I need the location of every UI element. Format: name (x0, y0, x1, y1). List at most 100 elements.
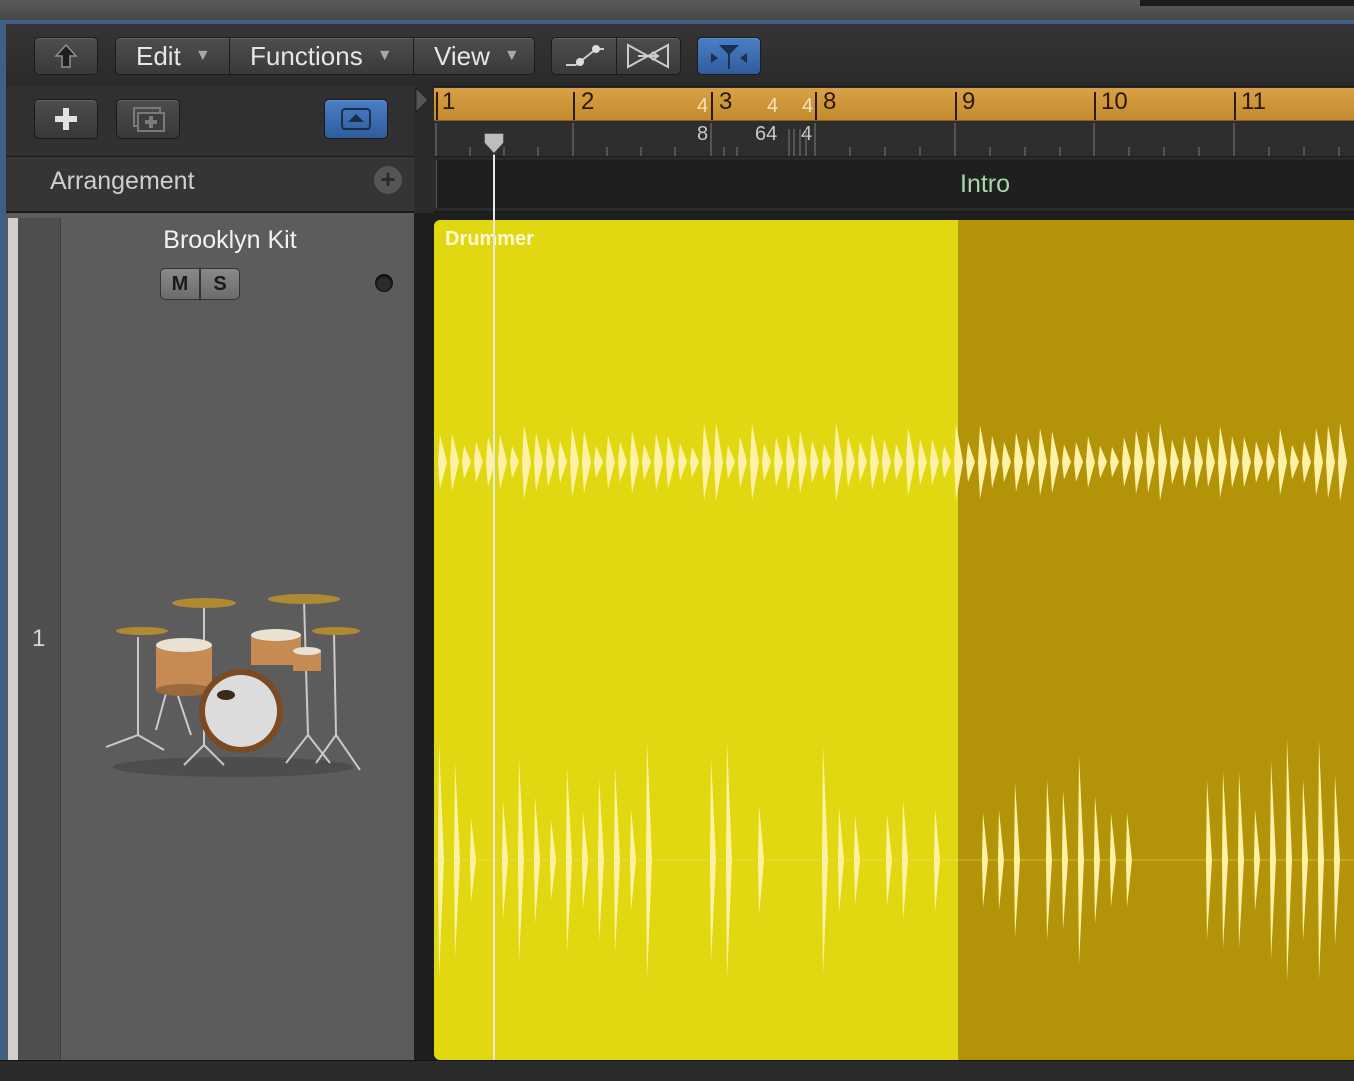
bar-number: 9 (962, 88, 976, 115)
solo-button[interactable]: S (200, 268, 240, 300)
plus-icon (55, 108, 77, 130)
drum-hit-mark (810, 440, 819, 484)
drum-hit-mark (1014, 432, 1023, 492)
drum-hit-mark (750, 423, 759, 501)
drum-hit-mark (642, 443, 651, 481)
title-strip-dark (1140, 0, 1354, 6)
edit-menu-label: Edit (136, 40, 181, 71)
drum-hit-mark (1338, 422, 1347, 502)
mute-button[interactable]: M (160, 268, 200, 300)
bar-number: 11 (1241, 88, 1266, 115)
drum-hit-mark (738, 436, 747, 488)
drum-hit-mark (930, 438, 939, 486)
plus-circle-icon[interactable]: + (374, 166, 402, 194)
drum-hit-mark (630, 430, 639, 494)
drum-hit-mark (1158, 423, 1167, 501)
drum-kit-icon (105, 594, 361, 777)
drum-hit-mark (918, 438, 927, 486)
automation-curve-icon (565, 45, 604, 66)
functions-menu[interactable]: Functions ▼ (230, 37, 414, 75)
drum-hit-mark (618, 441, 627, 483)
drum-hit-mark (1038, 428, 1047, 496)
drum-hit-mark (882, 439, 891, 485)
arrangement-marker-intro[interactable] (436, 160, 1354, 208)
time-signature-upper: 4 (697, 95, 709, 117)
drum-hit-mark (714, 422, 723, 502)
automation-button[interactable] (552, 37, 617, 75)
drum-hit-mark (594, 446, 603, 478)
drum-hit-mark (546, 437, 555, 487)
playhead[interactable] (493, 133, 495, 1080)
track-number: 1 (32, 625, 46, 652)
back-button[interactable] (34, 37, 98, 75)
drum-hit-mark (906, 427, 915, 497)
drum-hit-mark (1170, 439, 1179, 485)
drum-hit-mark (978, 425, 987, 499)
duplicate-track-button[interactable] (116, 99, 180, 139)
drum-pattern-display (434, 422, 1354, 982)
arrangement-marker-label: Intro (960, 170, 1011, 198)
flex-button[interactable] (617, 37, 681, 75)
playhead-handle[interactable] (481, 130, 507, 156)
chevron-down-icon: ▼ (194, 47, 211, 64)
menu-group: Edit ▼ Functions ▼ View ▼ (115, 37, 535, 75)
ruler-bar[interactable] (434, 88, 1354, 121)
duplicate-track-icon (133, 107, 165, 132)
tool-group (551, 37, 681, 75)
drum-hit-mark (654, 433, 663, 491)
drum-hit-mark (1278, 428, 1287, 496)
bar-number: 8 (823, 88, 837, 115)
drum-hit-mark (558, 440, 567, 484)
ruler-left-margin (414, 86, 434, 156)
track-selection-strip (8, 218, 18, 1060)
bar-number: 3 (719, 88, 733, 115)
edit-menu[interactable]: Edit ▼ (116, 37, 230, 75)
add-track-button[interactable] (34, 99, 98, 139)
drum-hit-mark (606, 435, 615, 489)
drum-hit-mark (786, 433, 795, 491)
drum-hit-mark (1230, 436, 1239, 488)
catch-button[interactable] (697, 37, 761, 75)
drum-hit-mark (462, 444, 471, 480)
triangle-up-icon (341, 108, 371, 130)
drum-hit-mark (966, 441, 975, 483)
drum-hit-mark (1290, 444, 1299, 480)
region-name: Drummer (445, 228, 534, 250)
drum-hit-mark (1002, 441, 1011, 483)
functions-menu-label: Functions (250, 40, 363, 71)
drum-hit-mark (762, 443, 771, 481)
drum-hit-mark (534, 432, 543, 492)
record-enable-button[interactable] (375, 274, 393, 292)
drum-hit-mark (1182, 436, 1191, 488)
drum-hit-mark (438, 435, 447, 489)
catch-playhead-icon (711, 45, 747, 69)
drum-hit-mark (678, 443, 687, 481)
drum-hit-mark (702, 423, 711, 501)
drum-hit-mark (1134, 430, 1143, 494)
drum-hit-mark (954, 423, 963, 501)
drum-hit-mark (582, 430, 591, 494)
drum-hit-mark (870, 433, 879, 491)
drum-hit-mark (846, 436, 855, 488)
drum-hit-mark (570, 427, 579, 497)
chevron-down-icon: ▼ (376, 47, 393, 64)
drum-hit-mark (1062, 444, 1071, 480)
drum-hit-mark (1218, 426, 1227, 498)
drum-hit-mark (822, 443, 831, 481)
drum-hit-mark (474, 441, 483, 483)
drum-hit-mark (1026, 437, 1035, 487)
drum-hit-mark (942, 445, 951, 479)
arrangement-label: Arrangement (50, 167, 195, 195)
drum-hit-mark (690, 446, 699, 478)
drum-hit-mark (894, 444, 903, 480)
drum-hit-mark (1302, 440, 1311, 484)
drum-hit-mark (1206, 436, 1215, 488)
drum-hit-mark (1110, 446, 1119, 478)
track-name[interactable]: Brooklyn Kit (150, 226, 310, 255)
drum-hit-mark (1254, 441, 1263, 483)
cycle-marker-icon (415, 86, 429, 114)
view-menu[interactable]: View ▼ (414, 37, 534, 75)
bar-number: 1 (442, 88, 456, 115)
global-tracks-button[interactable] (324, 99, 388, 139)
drum-hit-mark (1122, 437, 1131, 487)
